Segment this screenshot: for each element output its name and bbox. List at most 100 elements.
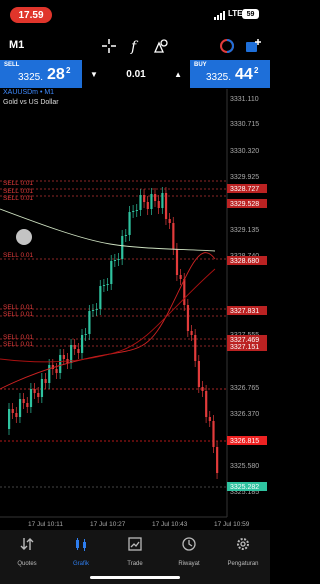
nav-history[interactable]: Riwayat [162, 536, 216, 567]
candle-body [29, 389, 33, 407]
y-tick-label: 3330.715 [230, 121, 259, 128]
candle-body [102, 285, 106, 286]
sell-order-label: SELL 0.01 [3, 180, 34, 187]
sell-price-main: 3325. [18, 72, 44, 83]
nav-label: Trade [127, 561, 143, 567]
candle-body [168, 219, 171, 223]
candle-body [194, 335, 197, 361]
chevron-up-icon[interactable]: ▲ [174, 70, 182, 79]
buy-button[interactable]: BUY 3325. 44 2 [190, 60, 270, 88]
chart-canvas[interactable]: 3331.110 3330.715 3330.320 3329.925 3329.135… [0, 89, 270, 529]
chart-icon [76, 538, 86, 551]
candle-body [175, 249, 179, 275]
sell-order-label: SELL 0.01 [3, 311, 34, 318]
candle-body [110, 261, 113, 284]
candle-body [154, 194, 157, 201]
candle-body [81, 335, 84, 353]
candle-body [113, 260, 117, 261]
candle-body [139, 195, 142, 210]
candle-body [179, 275, 182, 279]
candle-body [161, 193, 164, 208]
trade-history-icon[interactable] [218, 37, 236, 55]
candle-body [99, 286, 102, 309]
buy-label: BUY [194, 62, 207, 68]
lot-size[interactable]: 0.01 [126, 69, 145, 80]
drag-handle-icon [16, 229, 32, 245]
buy-price-main: 3325. [206, 72, 232, 83]
candle-body [197, 361, 200, 387]
candle-body [95, 309, 98, 310]
indicators-icon[interactable]: f [126, 37, 144, 55]
candle-body [121, 236, 124, 259]
signal-icon [214, 11, 228, 20]
nav-trade[interactable]: Trade [108, 536, 162, 567]
candle-body [150, 194, 153, 209]
candle-body [88, 311, 91, 334]
sell-order-label: SELL 0.01 [3, 195, 34, 202]
x-tick-label: 17 Jul 10:11 [28, 521, 63, 528]
history-icon [182, 537, 196, 551]
candle-body [172, 223, 175, 249]
x-tick-label: 17 Jul 10:43 [152, 521, 188, 528]
nav-label: Pengaturan [227, 561, 259, 567]
price-tag: 3325.282 [230, 484, 259, 491]
candle-body [117, 259, 120, 260]
sell-order-label: SELL 0.01 [3, 252, 34, 259]
network-label: LTE [228, 9, 243, 18]
x-tick-label: 17 Jul 10:27 [90, 521, 126, 528]
settings-icon [237, 538, 249, 550]
crosshair-icon[interactable] [100, 37, 118, 55]
sell-button[interactable]: SELL 3325. 28 2 [0, 60, 82, 88]
candle-body [37, 393, 40, 397]
candle-body [132, 211, 135, 212]
price-tag: 3326.815 [230, 438, 259, 445]
candle-body [44, 379, 47, 383]
x-tick-label: 17 Jul 10:59 [214, 521, 250, 528]
candle-body [201, 387, 204, 391]
timeframe-button[interactable]: M1 [9, 39, 24, 51]
candle-body [186, 305, 190, 331]
moving-average-line [0, 208, 216, 252]
candle-body [106, 284, 109, 285]
chart-toolbar: M1 f [0, 33, 270, 59]
candle-body [128, 212, 131, 235]
candle-body [8, 409, 11, 429]
candle-body [84, 334, 87, 335]
candle-body [164, 193, 168, 219]
candle-body [205, 391, 208, 417]
nav-label: Grafik [72, 561, 89, 567]
chart-description: Gold vs US Dollar [3, 99, 59, 106]
nav-chart[interactable]: Grafik [54, 536, 108, 567]
candle-body [73, 345, 76, 349]
candle-body [208, 417, 211, 421]
y-tick-label: 3330.320 [230, 148, 259, 155]
nav-quotes[interactable]: Quotes [0, 536, 54, 567]
chevron-down-icon[interactable]: ▼ [90, 70, 98, 79]
candle-body [216, 447, 219, 473]
objects-icon[interactable] [152, 37, 170, 55]
buy-price-sup: 2 [254, 66, 259, 75]
candle-body [183, 279, 186, 305]
price-tag: 3329.528 [230, 201, 259, 208]
price-tag: 3328.680 [230, 258, 259, 265]
moving-average-line [0, 252, 216, 390]
sell-order-label: SELL 0.01 [3, 341, 34, 348]
trade-icon [128, 537, 142, 551]
candle-body [146, 202, 149, 209]
candle-body [91, 310, 95, 311]
nav-settings[interactable]: Pengaturan [216, 536, 270, 567]
status-bar: 17.59 LTE 59 [0, 0, 270, 30]
candle-body [48, 365, 51, 383]
candle-body [124, 235, 127, 236]
sell-order-label: SELL 0.01 [3, 188, 34, 195]
new-order-icon[interactable] [244, 37, 262, 55]
candle-body [77, 349, 80, 353]
lot-size-control[interactable]: ▼ 0.01 ▲ [82, 60, 190, 88]
candle-body [40, 379, 44, 397]
candle-body [11, 409, 14, 413]
price-chart[interactable]: 3331.110 3330.715 3330.320 3329.925 3329.135… [0, 89, 270, 529]
y-tick-label: 3329.925 [230, 174, 259, 181]
candle-body [18, 399, 22, 417]
nav-label: Quotes [17, 561, 37, 567]
candle-body [143, 195, 146, 202]
